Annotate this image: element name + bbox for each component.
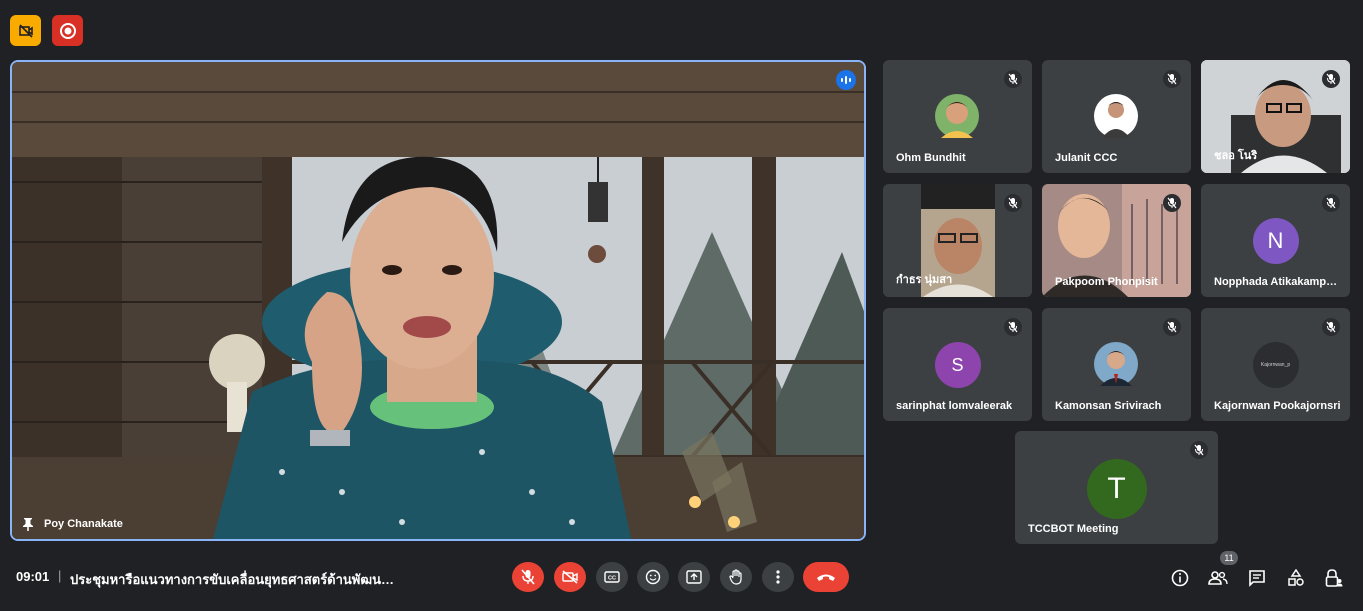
activities-icon [1288, 569, 1304, 586]
more-options-button[interactable] [762, 562, 794, 592]
participant-tile[interactable]: Kamonsan Srivirach [1042, 308, 1191, 421]
participant-tile[interactable]: T TCCBOT Meeting [1015, 431, 1218, 544]
mic-off-icon [521, 569, 535, 585]
avatar: T [1086, 459, 1147, 519]
recording-indicator-badge[interactable] [10, 15, 41, 46]
participant-name: Kajornwan Pookajornsri [1214, 400, 1341, 412]
svg-text:CC: CC [608, 576, 616, 582]
main-speaker-name: Poy Chanakate [44, 518, 123, 530]
avatar: S [934, 342, 981, 388]
meeting-clock: 09:01 [16, 569, 50, 584]
participant-name: กำธร นุ่มสา [896, 274, 953, 286]
meeting-details-button[interactable] [1170, 568, 1190, 588]
divider: | [58, 568, 62, 583]
mic-off-icon [1163, 318, 1181, 336]
hang-up-icon [817, 574, 835, 581]
participant-name: Nopphada Atikakamphon [1214, 276, 1342, 288]
present-screen-icon [686, 570, 702, 584]
people-icon [1208, 571, 1228, 585]
avatar [1094, 342, 1138, 386]
mic-off-icon [1322, 70, 1340, 88]
participant-tile[interactable]: Julanit CCC [1042, 60, 1191, 173]
emoji-icon [645, 569, 661, 585]
speaking-indicator-icon [836, 70, 856, 90]
mic-off-icon [1004, 318, 1022, 336]
main-speaker-tile[interactable]: Poy Chanakate [10, 60, 866, 541]
no-video-icon [18, 23, 33, 38]
participant-tile[interactable]: Ohm Bundhit [883, 60, 1032, 173]
participant-tile[interactable]: S sarinphat lomvaleerak [883, 308, 1032, 421]
more-vert-icon [776, 570, 780, 584]
mic-toggle-button[interactable] [512, 562, 544, 592]
closed-captions-icon: CC [604, 571, 620, 583]
mic-off-icon [1322, 318, 1340, 336]
participant-name: Pakpoom Phonpisit [1055, 276, 1158, 288]
people-count-badge: 11 [1220, 551, 1238, 565]
main-speaker-label: Poy Chanakate [22, 517, 123, 531]
participant-name: ชลอ โนริ [1214, 150, 1258, 162]
mic-off-icon [1190, 441, 1208, 459]
avatar [935, 94, 979, 138]
mic-off-icon [1163, 194, 1181, 212]
record-button[interactable] [52, 15, 83, 46]
avatar: N [1252, 218, 1299, 264]
participant-tile[interactable]: Pakpoom Phonpisit [1042, 184, 1191, 297]
participant-tile[interactable]: กำธร นุ่มสา [883, 184, 1032, 297]
activities-button[interactable] [1286, 568, 1306, 588]
lock-person-icon [1325, 569, 1343, 587]
participant-tile[interactable]: ชลอ โนริ [1201, 60, 1350, 173]
chat-icon [1249, 570, 1265, 587]
pin-icon[interactable] [22, 517, 34, 531]
participant-name: sarinphat lomvaleerak [896, 400, 1013, 412]
mic-off-icon [1004, 194, 1022, 212]
avatar: Kajornwan_p [1252, 342, 1299, 388]
host-controls-button[interactable] [1324, 568, 1344, 588]
participant-tile[interactable]: Kajornwan_p Kajornwan Pookajornsri [1201, 308, 1350, 421]
meeting-title: ประชุมหารือแนวทางการขับเคลื่อนยุทธศาสตร์… [70, 572, 400, 587]
camera-toggle-button[interactable] [554, 562, 586, 592]
participant-name: Kamonsan Srivirach [1055, 400, 1162, 412]
reactions-button[interactable] [637, 562, 669, 592]
mic-off-icon [1322, 194, 1340, 212]
speaker-video-feed [12, 62, 864, 539]
people-button[interactable] [1208, 568, 1228, 588]
chat-button[interactable] [1247, 568, 1267, 588]
mic-off-icon [1004, 70, 1022, 88]
avatar [1094, 94, 1138, 138]
participant-name: TCCBOT Meeting [1028, 523, 1119, 535]
record-icon [59, 22, 76, 39]
hand-icon [729, 569, 742, 585]
control-bar: 09:01 | ประชุมหารือแนวทางการขับเคลื่อนยุ… [0, 546, 1363, 611]
captions-button[interactable]: CC [596, 562, 628, 592]
participant-name: Ohm Bundhit [896, 152, 966, 164]
raise-hand-button[interactable] [720, 562, 752, 592]
info-icon [1171, 569, 1189, 587]
participant-name: Julanit CCC [1055, 152, 1118, 164]
camera-off-icon [562, 570, 578, 584]
present-screen-button[interactable] [678, 562, 710, 592]
mic-off-icon [1163, 70, 1181, 88]
leave-call-button[interactable] [803, 562, 849, 592]
participant-tile[interactable]: N Nopphada Atikakamphon [1201, 184, 1350, 297]
